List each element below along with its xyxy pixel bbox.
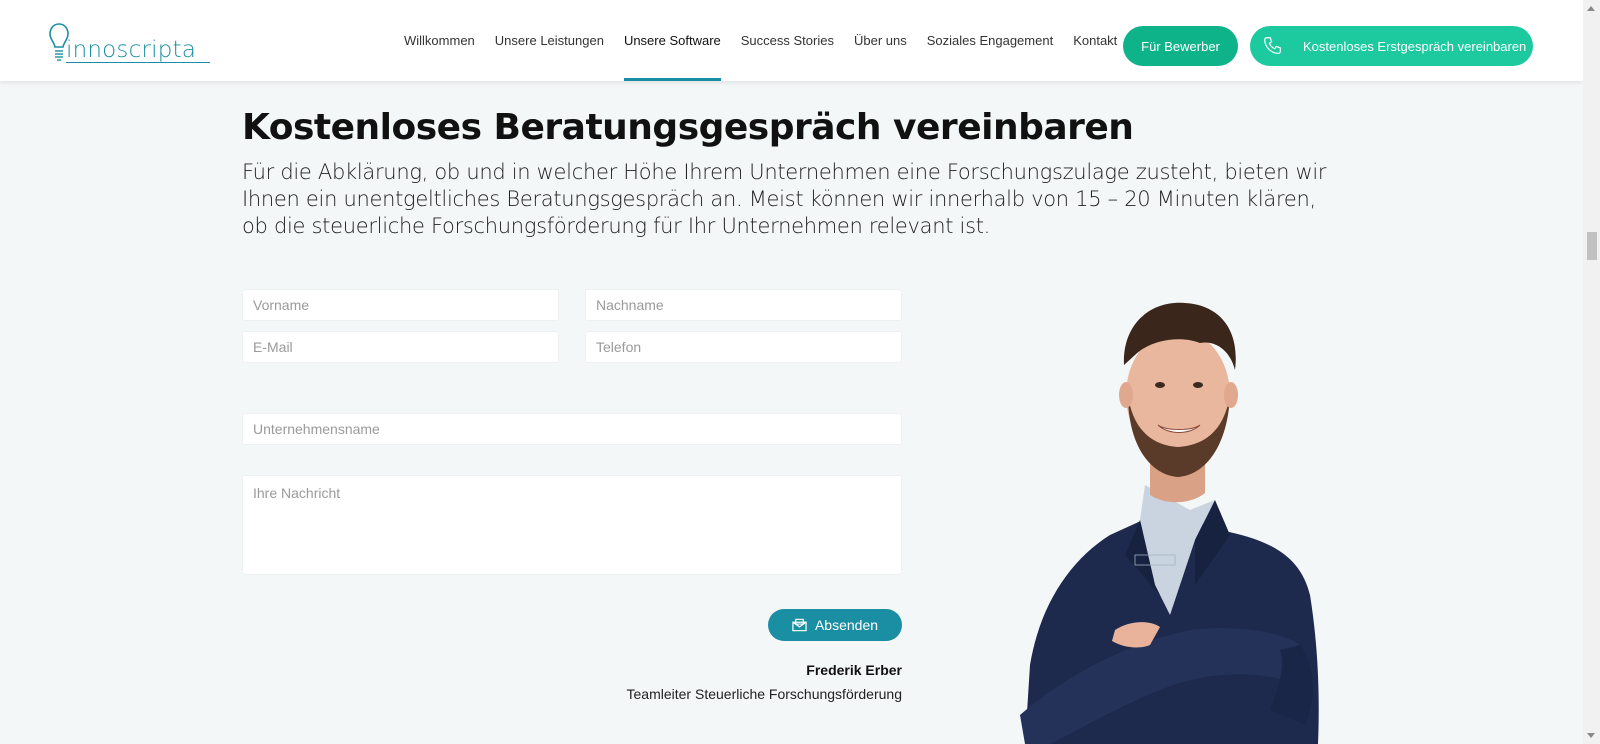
mail-icon	[792, 618, 807, 632]
submit-label: Absenden	[814, 617, 879, 633]
page-scrollbar[interactable]	[1583, 0, 1600, 744]
page-title: Kostenloses Beratungsgespräch vereinbare…	[242, 107, 1134, 148]
nav-item-unsere-software[interactable]: Unsere Software	[614, 0, 731, 81]
phone-input[interactable]	[585, 331, 902, 363]
submit-button[interactable]: Absenden	[768, 609, 902, 641]
logo-underline	[66, 62, 210, 63]
email-input[interactable]	[242, 331, 559, 363]
nav-item-willkommen[interactable]: Willkommen	[394, 0, 485, 81]
nav-item-kontakt[interactable]: Kontakt	[1063, 0, 1127, 81]
nav-item-soziales-engagement[interactable]: Soziales Engagement	[917, 0, 1063, 81]
intro-text: Für die Abklärung, ob und in welcher Höh…	[242, 160, 1327, 238]
lastname-input[interactable]	[585, 289, 902, 321]
nav-item-ueber-uns[interactable]: Über uns	[844, 0, 917, 81]
main-nav: Willkommen Unsere Leistungen Unsere Soft…	[394, 0, 1127, 81]
message-textarea[interactable]	[242, 475, 902, 575]
scroll-up-arrow-icon[interactable]	[1587, 6, 1595, 11]
site-header: innoscripta Willkommen Unsere Leistungen…	[0, 0, 1583, 81]
phone-icon	[1264, 37, 1281, 54]
logo-text: innoscripta	[66, 37, 197, 63]
company-input[interactable]	[242, 413, 902, 445]
applicant-button[interactable]: Für Bewerber	[1123, 26, 1238, 66]
free-consultation-button[interactable]: Kostenloses Erstgespräch vereinbaren	[1250, 26, 1533, 66]
nav-item-unsere-leistungen[interactable]: Unsere Leistungen	[485, 0, 614, 81]
firstname-input[interactable]	[242, 289, 559, 321]
scroll-down-arrow-icon[interactable]	[1587, 733, 1595, 738]
nav-item-success-stories[interactable]: Success Stories	[731, 0, 844, 81]
free-consultation-label: Kostenloses Erstgespräch vereinbaren	[1303, 38, 1527, 54]
contact-person-role: Teamleiter Steuerliche Forschungsförderu…	[626, 686, 902, 702]
contact-person-name: Frederik Erber	[806, 662, 902, 678]
scroll-thumb[interactable]	[1587, 232, 1597, 260]
logo[interactable]: innoscripta	[48, 20, 210, 66]
contact-person-photo	[1020, 302, 1319, 744]
